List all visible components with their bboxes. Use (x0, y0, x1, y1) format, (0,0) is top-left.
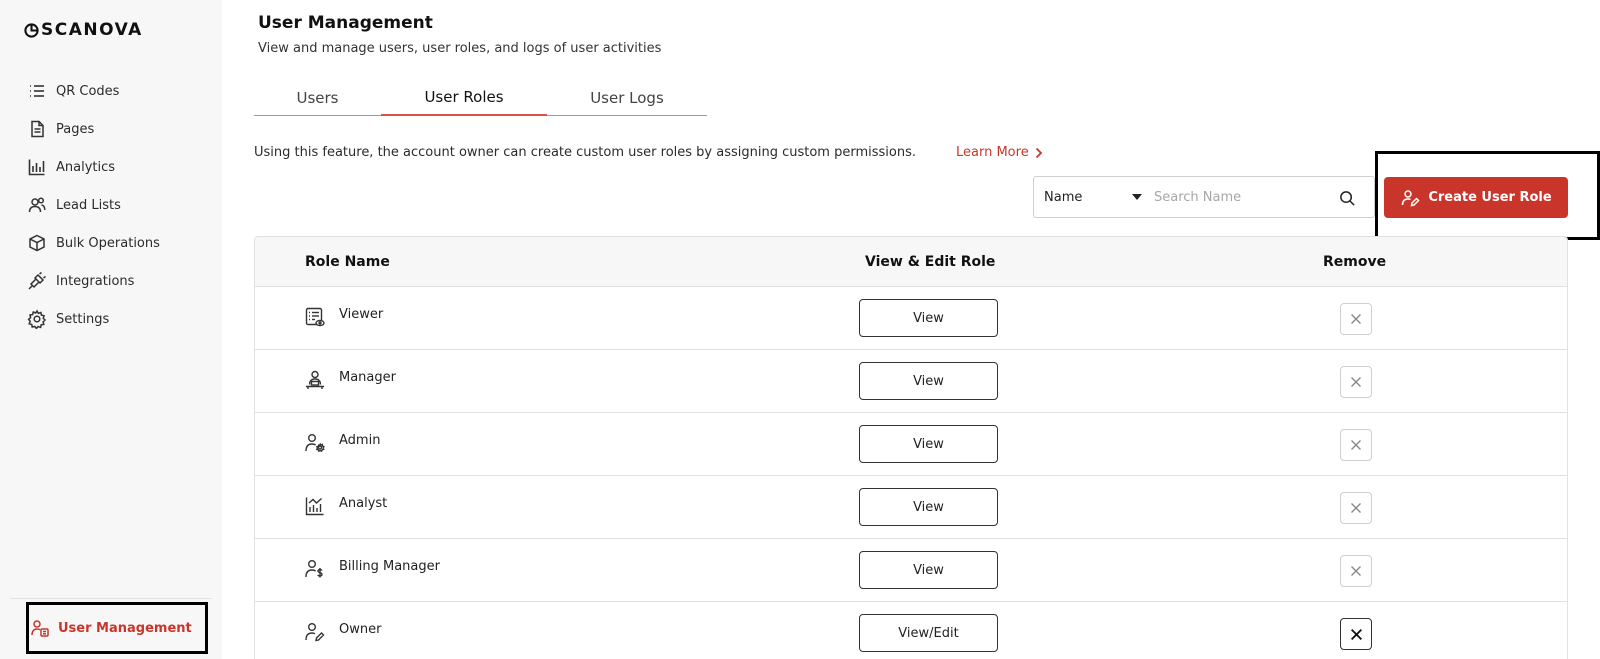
table-header: Role Name View & Edit Role Remove (255, 237, 1567, 287)
viewer-icon (304, 306, 326, 328)
close-icon (1350, 439, 1362, 451)
tab-user-roles[interactable]: User Roles (381, 80, 547, 116)
sidebar-item-label: Pages (56, 121, 95, 137)
logo[interactable]: SCANOVA (24, 20, 143, 40)
cube-icon (27, 233, 47, 253)
close-icon (1350, 502, 1362, 514)
sidebar-item-label: Settings (56, 311, 110, 327)
logo-mark-icon (24, 22, 39, 38)
column-header-view-edit: View & Edit Role (865, 254, 996, 270)
sidebar-item-integrations[interactable]: Integrations (0, 262, 222, 300)
view-role-button[interactable]: View (859, 362, 998, 400)
table-row: Analyst View (255, 476, 1567, 539)
sidebar-item-bulk-operations[interactable]: Bulk Operations (0, 224, 222, 262)
remove-role-button[interactable] (1340, 429, 1372, 461)
gear-icon (27, 309, 47, 329)
filter-field-select[interactable]: Name (1034, 177, 1154, 217)
sidebar-item-pages[interactable]: Pages (0, 110, 222, 148)
role-name: Admin (339, 433, 381, 448)
table-row: Viewer View (255, 287, 1567, 350)
owner-icon (304, 621, 326, 643)
learn-more-label: Learn More (956, 145, 1029, 160)
admin-icon (304, 432, 326, 454)
sidebar-item-settings[interactable]: Settings (0, 300, 222, 338)
role-name: Billing Manager (339, 559, 440, 574)
view-role-button[interactable]: View (859, 551, 998, 589)
sidebar-item-label: Bulk Operations (56, 235, 160, 251)
sidebar-divider (10, 598, 212, 599)
user-edit-icon (1400, 188, 1420, 208)
users-icon (27, 195, 47, 215)
create-user-role-button[interactable]: Create User Role (1384, 177, 1568, 218)
view-role-button[interactable]: View (859, 488, 998, 526)
table-row: Owner View/Edit (255, 602, 1567, 659)
table-row: Admin View (255, 413, 1567, 476)
learn-more-link[interactable]: Learn More (956, 145, 1043, 160)
create-button-label: Create User Role (1428, 190, 1552, 205)
document-icon (27, 119, 47, 139)
search-input[interactable] (1154, 181, 1334, 213)
role-name: Viewer (339, 307, 384, 322)
close-icon (1350, 628, 1363, 641)
view-role-button[interactable]: View (859, 299, 998, 337)
list-icon (27, 81, 47, 101)
sidebar-item-qr-codes[interactable]: QR Codes (0, 72, 222, 110)
sidebar-item-label: Analytics (56, 159, 116, 175)
info-text: Using this feature, the account owner ca… (254, 145, 917, 160)
filter-field-value: Name (1044, 189, 1083, 205)
search-filter-box: Name (1033, 176, 1375, 218)
close-icon (1350, 565, 1362, 577)
view-role-button[interactable]: View (859, 425, 998, 463)
caret-down-icon (1132, 194, 1142, 200)
remove-role-button[interactable] (1340, 303, 1372, 335)
view-edit-role-button[interactable]: View/Edit (859, 614, 998, 652)
sidebar-item-label: User Management (58, 620, 192, 636)
column-header-remove: Remove (1323, 254, 1387, 270)
roles-table: Role Name View & Edit Role Remove Viewer… (254, 236, 1568, 659)
remove-role-button[interactable] (1340, 366, 1372, 398)
sidebar-nav: QR Codes Pages Analytics Lead Lists Bulk… (0, 72, 222, 338)
role-name: Manager (339, 370, 396, 385)
role-name: Analyst (339, 496, 388, 511)
remove-role-button[interactable] (1340, 555, 1372, 587)
chevron-right-icon (1035, 147, 1043, 159)
column-header-role-name: Role Name (305, 254, 390, 270)
billing-manager-icon (304, 558, 326, 580)
tab-bar: Users User Roles User Logs (254, 80, 707, 116)
search-icon[interactable] (1334, 185, 1360, 211)
remove-role-button[interactable] (1340, 492, 1372, 524)
close-icon (1350, 313, 1362, 325)
sidebar-item-label: QR Codes (56, 83, 120, 99)
user-management-icon (30, 618, 50, 638)
remove-role-button[interactable] (1340, 618, 1372, 650)
sidebar-item-user-management[interactable]: User Management (26, 602, 208, 654)
page-title: User Management (258, 13, 433, 33)
plug-icon (27, 271, 47, 291)
manager-icon (304, 369, 326, 391)
tab-users[interactable]: Users (254, 80, 381, 116)
sidebar-item-analytics[interactable]: Analytics (0, 148, 222, 186)
table-row: Manager View (255, 350, 1567, 413)
sidebar: SCANOVA QR Codes Pages Analytics Lead Li… (0, 0, 222, 659)
sidebar-item-label: Lead Lists (56, 197, 121, 213)
tab-user-logs[interactable]: User Logs (547, 80, 707, 116)
logo-text: SCANOVA (41, 20, 143, 40)
table-row: Billing Manager View (255, 539, 1567, 602)
page-subtitle: View and manage users, user roles, and l… (258, 41, 662, 56)
sidebar-item-lead-lists[interactable]: Lead Lists (0, 186, 222, 224)
role-name: Owner (339, 622, 382, 637)
close-icon (1350, 376, 1362, 388)
bar-chart-icon (27, 157, 47, 177)
sidebar-item-label: Integrations (56, 273, 135, 289)
analyst-icon (304, 495, 326, 517)
